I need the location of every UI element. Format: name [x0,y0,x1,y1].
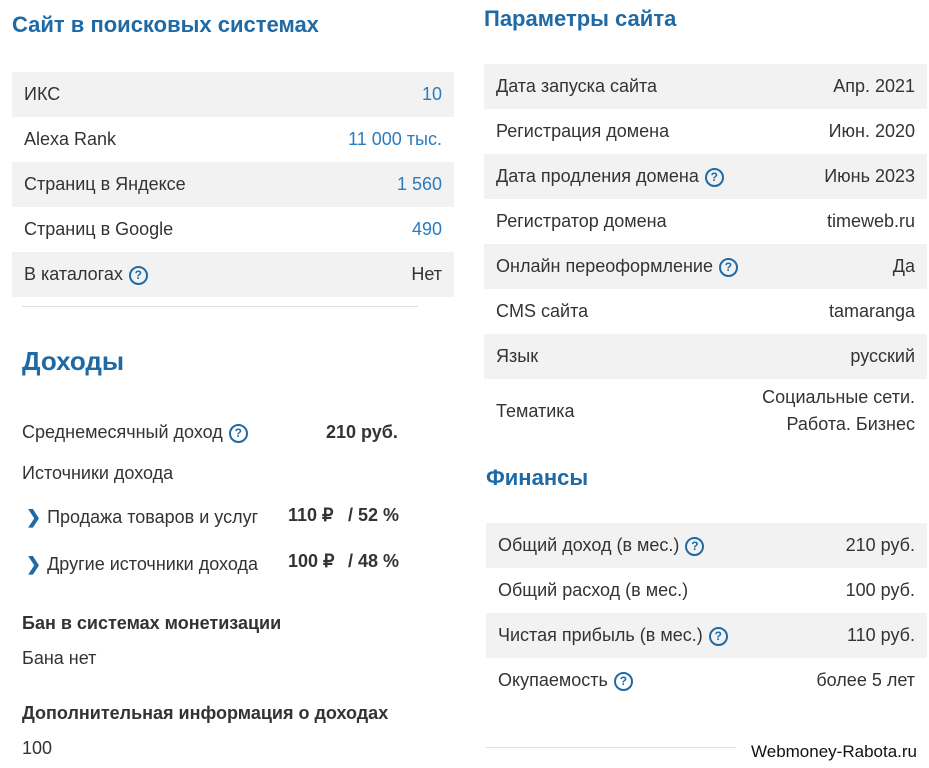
params-section-title: Параметры сайта [484,6,677,31]
search-stats-table: ИКС 10 Alexa Rank 11 000 тыс. Страниц в … [12,72,454,297]
avg-income-label: Среднемесячный доход? [22,422,248,443]
row-payback: Окупаемость? более 5 лет [486,658,927,703]
chevron-right-icon: ❯ [26,507,42,527]
row-label: Окупаемость [498,670,608,690]
income-section-title: Доходы [22,346,125,376]
row-value: Июнь 2023 [824,166,915,186]
source-label: Другие источники дохода [47,554,258,574]
row-total-income: Общий доход (в мес.)? 210 руб. [486,523,927,568]
row-google-pages: Страниц в Google 490 [12,207,454,252]
row-label: В каталогах [24,264,123,284]
row-net-profit: Чистая прибыль (в мес.)? 110 руб. [486,613,927,658]
row-value: более 5 лет [816,670,915,690]
help-icon[interactable]: ? [228,423,248,443]
row-label: Общий расход (в мес.) [498,580,689,600]
extra-income-value: 100 [22,738,53,758]
row-label: Общий доход (в мес.) [498,535,680,555]
row-label-wrap: Окупаемость? [498,670,633,691]
ban-value: Бана нет [22,648,97,668]
row-value: 100 руб. [845,580,915,600]
source-amount: 110 ₽ [288,505,334,525]
row-label: ИКС [24,84,61,104]
row-label-wrap: Чистая прибыль (в мес.)? [498,625,728,646]
row-label: Страниц в Яндексе [24,174,186,194]
source-percent: / 48 % [348,551,400,571]
row-value: Июн. 2020 [828,121,915,141]
source-label: Продажа товаров и услуг [47,507,259,527]
row-label: CMS сайта [496,301,589,321]
row-label: Язык [496,346,539,366]
source-amount: 100 ₽ [288,551,335,571]
extra-income-title: Дополнительная информация о доходах [22,703,389,723]
row-value: Да [892,256,915,276]
row-value: Апр. 2021 [833,76,915,96]
help-icon[interactable]: ? [613,671,633,691]
alexa-value-link[interactable]: 11 000 тыс. [348,129,442,150]
row-language: Язык русский [484,334,927,379]
income-source-item[interactable]: ❯ Другие источники дохода [26,554,258,575]
row-label: Дата продления домена [496,166,699,186]
topic-line: Работа. Бизнес [786,414,915,434]
row-value: Нет [411,264,442,284]
row-label: Регистратор домена [496,211,667,231]
row-online-transfer: Онлайн переоформление? Да [484,244,927,289]
topic-line: Социальные сети. [762,387,915,407]
finance-table: Общий доход (в мес.)? 210 руб. Общий рас… [486,523,927,703]
row-alexa: Alexa Rank 11 000 тыс. [12,117,454,162]
row-label: Регистрация домена [496,121,670,141]
row-catalogs: В каталогах? Нет [12,252,454,297]
row-iks: ИКС 10 [12,72,454,117]
row-label-wrap: Дата продления домена? [496,166,724,187]
help-icon[interactable]: ? [704,167,724,187]
ban-title: Бан в системах монетизации [22,613,282,633]
finance-section-title: Финансы [486,465,589,490]
row-value: 210 руб. [845,535,915,555]
search-section-title: Сайт в поисковых системах [12,12,319,37]
row-label-wrap: Онлайн переоформление? [496,256,738,277]
row-yandex-pages: Страниц в Яндексе 1 560 [12,162,454,207]
watermark: Webmoney-Rabota.ru [751,742,917,761]
row-label-wrap: Общий доход (в мес.)? [498,535,705,556]
help-icon[interactable]: ? [718,257,738,277]
row-total-expense: Общий расход (в мес.) 100 руб. [486,568,927,613]
row-topic: Тематика Социальные сети. Работа. Бизнес [484,379,927,443]
row-value: timeweb.ru [826,211,915,231]
google-pages-link[interactable]: 490 [412,219,442,240]
iks-value-link[interactable]: 10 [422,84,442,105]
row-label: Дата запуска сайта [496,76,658,96]
row-label: Тематика [496,400,575,421]
row-label: Чистая прибыль (в мес.) [498,625,703,645]
params-table: Дата запуска сайта Апр. 2021 Регистрация… [484,64,927,443]
row-domain-renewal: Дата продления домена? Июнь 2023 [484,154,927,199]
row-label-wrap: В каталогах? [24,264,148,285]
topic-value: Социальные сети. Работа. Бизнес [762,384,915,438]
row-value: 110 руб. [846,625,915,645]
row-label: Онлайн переоформление [496,256,713,276]
yandex-pages-link[interactable]: 1 560 [397,174,442,195]
chevron-right-icon: ❯ [26,554,42,574]
row-value: tamaranga [828,301,915,321]
income-sources-label: Источники дохода [22,463,174,483]
avg-income-text: Среднемесячный доход [22,422,223,442]
row-cms: CMS сайта tamaranga [484,289,927,334]
income-source-item[interactable]: ❯ Продажа товаров и услуг [26,507,258,528]
row-launch-date: Дата запуска сайта Апр. 2021 [484,64,927,109]
row-label: Alexa Rank [24,129,117,149]
help-icon[interactable]: ? [685,536,705,556]
section-divider [22,306,418,307]
row-domain-registration: Регистрация домена Июн. 2020 [484,109,927,154]
row-registrar: Регистратор домена timeweb.ru [484,199,927,244]
source-percent: / 52 % [348,505,400,525]
avg-income-value: 210 руб. [326,422,398,442]
help-icon[interactable]: ? [128,265,148,285]
section-divider [486,747,736,748]
row-label: Страниц в Google [24,219,174,239]
help-icon[interactable]: ? [708,626,728,646]
row-value: русский [850,346,915,366]
